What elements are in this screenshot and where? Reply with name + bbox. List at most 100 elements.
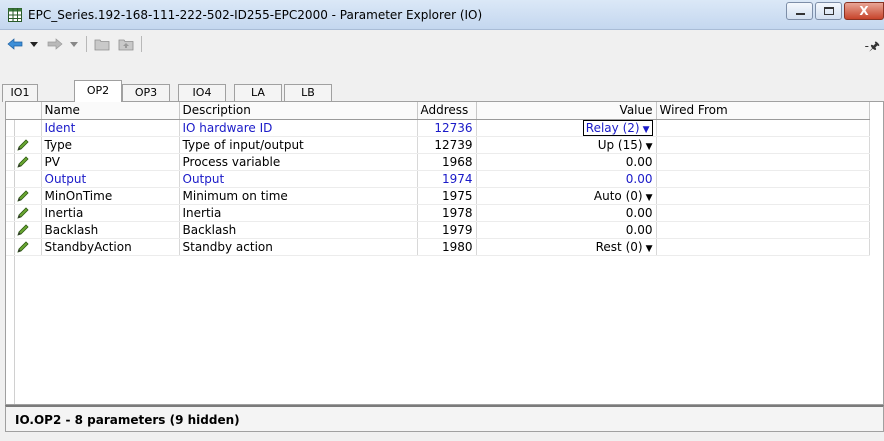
pin-icon[interactable]: -🖈 (865, 37, 880, 58)
value-field[interactable]: 0.00 (626, 155, 653, 169)
value-text: 0.00 (625, 171, 653, 186)
cell-description: Process variable (179, 153, 418, 171)
cell-name[interactable]: StandbyAction (41, 238, 180, 256)
value-field[interactable]: 0.00 (626, 206, 653, 220)
value-field[interactable]: 0.00 (626, 223, 653, 237)
folder-icon (94, 39, 110, 50)
table-row[interactable]: Ident IO hardware ID 12736 Relay (2) ▼ (6, 119, 870, 137)
table-row[interactable]: Inertia Inertia 1978 0.00 (6, 204, 870, 222)
maximize-button[interactable] (815, 2, 842, 20)
table-row[interactable]: Output Output 1974 0.00 (6, 170, 870, 188)
cell-address: 1975 (417, 187, 477, 205)
row-edit-indicator (6, 238, 42, 256)
forward-history-dropdown[interactable] (68, 35, 80, 53)
cell-value[interactable]: Up (15) ▼ (476, 136, 657, 154)
toolbar-separator (141, 36, 142, 52)
table-row[interactable]: PV Process variable 1968 0.00 (6, 153, 870, 171)
status-text: IO.OP2 - 8 parameters (9 hidden) (15, 413, 240, 427)
parameter-grid: Name Description Address Value Wired Fro… (5, 101, 884, 405)
cell-address: 1978 (417, 204, 477, 222)
cell-wired-from[interactable] (656, 119, 870, 137)
value-field[interactable]: 0.00 (626, 172, 653, 186)
cell-address: 1979 (417, 221, 477, 239)
row-edit-indicator (6, 119, 42, 137)
cell-name[interactable]: MinOnTime (41, 187, 180, 205)
pencil-icon (17, 190, 29, 202)
cell-wired-from[interactable] (656, 187, 870, 205)
cell-value[interactable]: 0.00 (476, 221, 657, 239)
cell-wired-from[interactable] (656, 170, 870, 188)
title-bar: EPC_Series.192-168-111-222-502-ID255-EPC… (0, 0, 884, 30)
tab-io1[interactable]: IO1 (2, 84, 38, 102)
minimize-button[interactable] (786, 2, 813, 20)
tab-op3[interactable]: OP3 (122, 84, 170, 102)
col-header-value[interactable]: Value (476, 102, 657, 120)
tab-la[interactable]: LA (234, 84, 282, 102)
row-edit-indicator (6, 170, 42, 188)
pencil-icon (17, 207, 29, 219)
value-field[interactable]: Rest (0) ▼ (596, 240, 653, 254)
forward-button[interactable] (46, 35, 64, 53)
cell-name[interactable]: Backlash (41, 221, 180, 239)
cell-address: 1974 (417, 170, 477, 188)
cell-name[interactable]: Output (41, 170, 180, 188)
tab-op2[interactable]: OP2 (74, 80, 122, 102)
cell-wired-from[interactable] (656, 136, 870, 154)
window-title: EPC_Series.192-168-111-222-502-ID255-EPC… (28, 8, 483, 22)
pencil-icon (17, 224, 29, 236)
maximize-icon (824, 7, 834, 15)
value-text: Up (15) (597, 137, 643, 152)
value-text: Rest (0) (595, 239, 643, 254)
tab-io4[interactable]: IO4 (178, 84, 226, 102)
close-button[interactable]: X (844, 2, 884, 20)
tab-lb[interactable]: LB (284, 84, 332, 102)
cell-name[interactable]: Ident (41, 119, 180, 137)
dropdown-arrow-icon[interactable]: ▼ (646, 142, 653, 152)
dropdown-arrow-icon[interactable]: ▼ (643, 125, 650, 135)
cell-value[interactable]: 0.00 (476, 170, 657, 188)
col-header-icon (6, 102, 42, 120)
cell-value[interactable]: 0.00 (476, 204, 657, 222)
table-row[interactable]: Backlash Backlash 1979 0.00 (6, 221, 870, 239)
cell-wired-from[interactable] (656, 204, 870, 222)
tab-strip: IO1 OP2 OP3 IO4 LA LB (0, 80, 884, 102)
cell-value[interactable]: Auto (0) ▼ (476, 187, 657, 205)
chevron-down-icon (30, 41, 38, 47)
row-edit-indicator (6, 204, 42, 222)
cell-description: Standby action (179, 238, 418, 256)
pencil-icon (17, 156, 29, 168)
cell-value[interactable]: Rest (0) ▼ (476, 238, 657, 256)
cell-name[interactable]: Type (41, 136, 180, 154)
cell-value[interactable]: Relay (2) ▼ (476, 119, 657, 137)
table-row[interactable]: MinOnTime Minimum on time 1975 Auto (0) ▼ (6, 187, 870, 205)
back-button[interactable] (6, 35, 24, 53)
cell-name[interactable]: Inertia (41, 204, 180, 222)
folder-up-button[interactable] (116, 35, 136, 53)
value-field[interactable]: Auto (0) ▼ (594, 189, 653, 203)
status-bar: IO.OP2 - 8 parameters (9 hidden) (5, 405, 884, 432)
cell-name[interactable]: PV (41, 153, 180, 171)
cell-address: 1968 (417, 153, 477, 171)
value-field[interactable]: Relay (2) ▼ (582, 119, 653, 135)
table-row[interactable]: StandbyAction Standby action 1980 Rest (0) ▼ (6, 238, 870, 256)
value-text: Relay (2) (585, 120, 640, 135)
col-header-name[interactable]: Name (41, 102, 180, 120)
cell-wired-from[interactable] (656, 221, 870, 239)
col-header-wired-from[interactable]: Wired From (656, 102, 870, 120)
dropdown-arrow-icon[interactable]: ▼ (646, 244, 653, 254)
value-field[interactable]: Up (15) ▼ (598, 138, 653, 152)
cell-value[interactable]: 0.00 (476, 153, 657, 171)
col-header-address[interactable]: Address (417, 102, 477, 120)
cell-wired-from[interactable] (656, 238, 870, 256)
value-text: 0.00 (625, 154, 653, 169)
dropdown-arrow-icon[interactable]: ▼ (646, 193, 653, 203)
cell-address: 12739 (417, 136, 477, 154)
grid-header-row: Name Description Address Value Wired Fro… (6, 102, 870, 120)
row-edit-indicator (6, 136, 42, 154)
back-history-dropdown[interactable] (28, 35, 40, 53)
folder-button[interactable] (92, 35, 112, 53)
cell-wired-from[interactable] (656, 153, 870, 171)
col-header-description[interactable]: Description (179, 102, 418, 120)
toolbar-separator (86, 36, 87, 52)
table-row[interactable]: Type Type of input/output 12739 Up (15) ▼ (6, 136, 870, 154)
